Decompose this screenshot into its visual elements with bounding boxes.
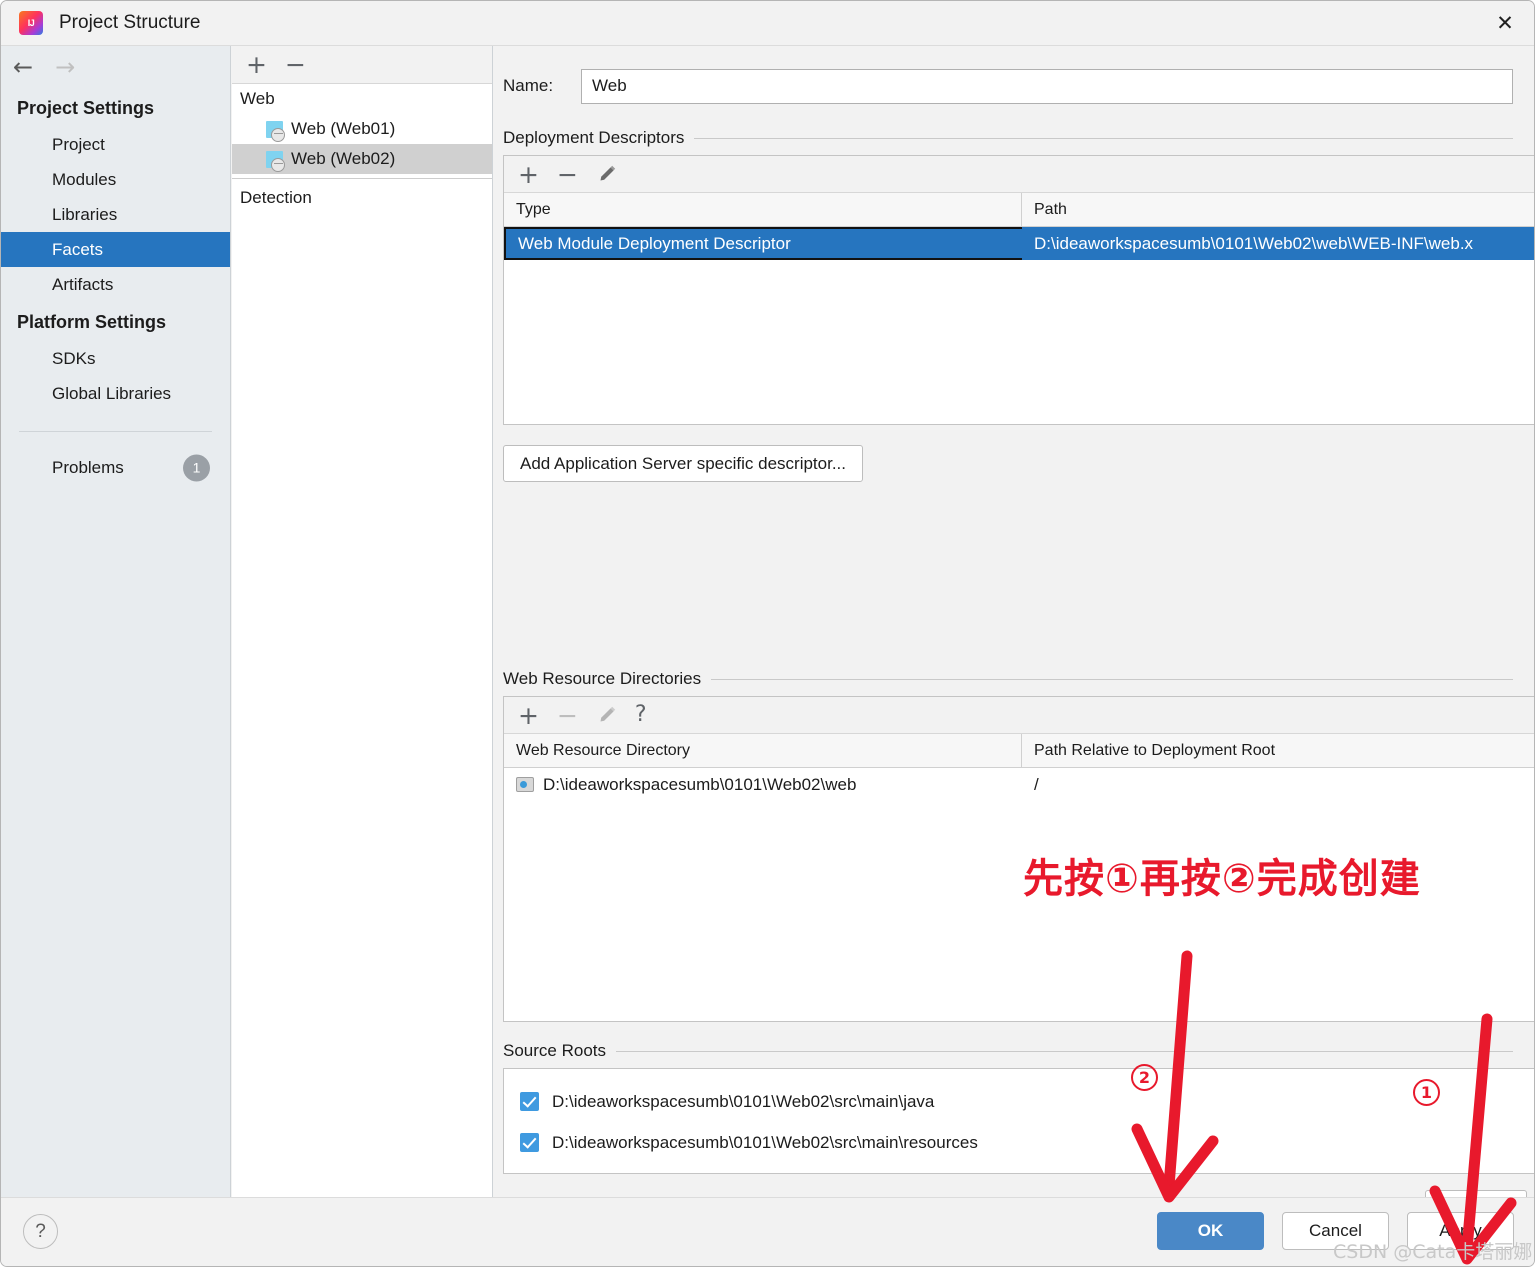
settings-sidebar: ← → Project Settings Project Modules Lib… xyxy=(1,46,231,1197)
name-label: Name: xyxy=(503,76,554,95)
source-roots-label: Source Roots xyxy=(503,1041,606,1060)
deployment-descriptors-label: Deployment Descriptors xyxy=(503,128,685,147)
sidebar-item-sdks[interactable]: SDKs xyxy=(1,341,230,376)
facet-tree-item-label: Web (Web02) xyxy=(291,149,396,168)
column-header-relative-path: Path Relative to Deployment Root xyxy=(1034,741,1276,759)
watermark: CSDN @Cata卡塔丽娜 xyxy=(1333,1241,1533,1263)
deployment-descriptors-head: Type Path xyxy=(504,193,1534,227)
cell-type: Web Module Deployment Descriptor xyxy=(504,227,1022,260)
edit-web-resource-icon[interactable] xyxy=(596,705,617,726)
source-root-path: D:\ideaworkspacesumb\0101\Web02\src\main… xyxy=(552,1091,935,1111)
sidebar-group-platform-settings: Platform Settings xyxy=(17,312,167,332)
deployment-descriptors-table: + − Type Path Web Module Deployment Desc… xyxy=(503,155,1534,425)
deployment-descriptors-header: Deployment Descriptors xyxy=(503,128,1513,148)
web-facet-icon xyxy=(266,150,285,172)
dialog-footer: ? OK Cancel Apply xyxy=(1,1197,1534,1266)
deployment-descriptors-toolbar: + − xyxy=(504,156,1534,193)
web-resource-directories-empty-area xyxy=(504,801,1534,1021)
sidebar-item-artifacts[interactable]: Artifacts xyxy=(1,267,230,302)
add-application-server-descriptor-button[interactable]: Add Application Server specific descript… xyxy=(503,445,863,482)
facet-tree-detection[interactable]: Detection xyxy=(232,183,492,213)
name-row: Name: xyxy=(503,66,1513,106)
back-arrow-icon[interactable]: ← xyxy=(13,55,33,79)
add-descriptor-icon[interactable]: + xyxy=(518,162,539,187)
name-input[interactable] xyxy=(581,68,1513,104)
facet-tree-item-web02[interactable]: Web (Web02) xyxy=(232,144,492,174)
remove-web-resource-icon[interactable]: − xyxy=(557,703,578,728)
facet-detail-panel: Name: Deployment Descriptors + − Type Pa… xyxy=(494,46,1534,1230)
column-header-type: Type xyxy=(504,193,1022,226)
table-row[interactable]: Web Module Deployment Descriptor D:\idea… xyxy=(504,227,1534,260)
column-header-path: Path xyxy=(1034,200,1067,218)
remove-descriptor-icon[interactable]: − xyxy=(557,162,578,187)
folder-icon xyxy=(516,777,534,792)
table-row[interactable]: D:\ideaworkspacesumb\0101\Web02\web / xyxy=(504,768,1534,801)
section-rule xyxy=(694,137,1513,139)
facet-tree-panel: + − Web Web (Web01) Web (Web02) Detectio… xyxy=(232,46,493,1197)
forward-arrow-icon[interactable]: → xyxy=(55,55,75,79)
sidebar-divider xyxy=(19,431,212,432)
annotation-instruction-text: 先按①再按②完成创建 xyxy=(1023,856,1421,902)
cell-directory: D:\ideaworkspacesumb\0101\Web02\web xyxy=(504,768,1022,801)
facet-tree-item-web01[interactable]: Web (Web01) xyxy=(232,114,492,144)
problems-count-badge: 1 xyxy=(183,454,210,481)
column-header-web-resource-directory: Web Resource Directory xyxy=(504,734,1022,767)
web-resource-directories-label: Web Resource Directories xyxy=(503,669,702,688)
add-web-resource-icon[interactable]: + xyxy=(518,703,539,728)
project-structure-dialog: IJ Project Structure ✕ ← → Project Setti… xyxy=(0,0,1535,1267)
source-roots-list: D:\ideaworkspacesumb\0101\Web02\src\main… xyxy=(503,1068,1534,1174)
source-root-checkbox[interactable] xyxy=(520,1133,539,1152)
facet-tree-item-label: Web (Web01) xyxy=(291,119,396,138)
source-root-checkbox[interactable] xyxy=(520,1092,539,1111)
section-rule xyxy=(616,1050,1513,1052)
sidebar-item-libraries[interactable]: Libraries xyxy=(1,197,230,232)
annotation-marker-one: 1 xyxy=(1413,1079,1440,1106)
cell-path: D:\ideaworkspacesumb\0101\Web02\web\WEB-… xyxy=(1022,227,1534,260)
annotation-marker-two: 2 xyxy=(1131,1064,1158,1091)
sidebar-item-project[interactable]: Project xyxy=(1,127,230,162)
window-title: Project Structure xyxy=(59,12,201,33)
facet-tree-root[interactable]: Web xyxy=(232,84,492,114)
facet-tree-detection-label: Detection xyxy=(240,188,312,207)
web-facet-icon xyxy=(266,120,285,142)
list-item[interactable]: D:\ideaworkspacesumb\0101\Web02\src\main… xyxy=(504,1081,1534,1122)
web-resource-directories-head: Web Resource Directory Path Relative to … xyxy=(504,734,1534,768)
sidebar-item-problems[interactable]: Problems 1 xyxy=(1,450,230,485)
facet-tree-divider xyxy=(232,178,492,179)
remove-facet-icon[interactable]: − xyxy=(285,52,306,77)
help-icon[interactable]: ? xyxy=(23,1214,58,1249)
intellij-idea-icon: IJ xyxy=(19,11,43,35)
web-resource-help-icon[interactable]: ? xyxy=(635,704,647,726)
source-roots-header: Source Roots xyxy=(503,1041,1513,1061)
sidebar-item-label: Problems xyxy=(52,458,124,477)
deployment-descriptors-empty-area xyxy=(504,260,1534,424)
cell-directory-text: D:\ideaworkspacesumb\0101\Web02\web xyxy=(543,774,857,794)
sidebar-item-facets[interactable]: Facets xyxy=(1,232,230,267)
ok-button[interactable]: OK xyxy=(1157,1212,1264,1250)
facet-tree-root-label: Web xyxy=(240,89,275,108)
title-bar: IJ Project Structure ✕ xyxy=(1,1,1534,46)
close-icon[interactable]: ✕ xyxy=(1474,1,1534,45)
facet-tree-toolbar: + − xyxy=(232,46,492,84)
web-resource-directories-header: Web Resource Directories xyxy=(503,669,1513,689)
navigation-arrows: ← → xyxy=(1,46,230,88)
add-facet-icon[interactable]: + xyxy=(246,52,267,77)
edit-descriptor-icon[interactable] xyxy=(596,164,617,185)
sidebar-group-project-settings: Project Settings xyxy=(17,98,155,118)
source-root-path: D:\ideaworkspacesumb\0101\Web02\src\main… xyxy=(552,1132,978,1152)
sidebar-item-global-libraries[interactable]: Global Libraries xyxy=(1,376,230,411)
sidebar-item-modules[interactable]: Modules xyxy=(1,162,230,197)
section-rule xyxy=(711,678,1513,680)
list-item[interactable]: D:\ideaworkspacesumb\0101\Web02\src\main… xyxy=(504,1122,1534,1163)
cell-relative-path: / xyxy=(1034,774,1039,794)
web-resource-directories-toolbar: + − ? xyxy=(504,697,1534,734)
